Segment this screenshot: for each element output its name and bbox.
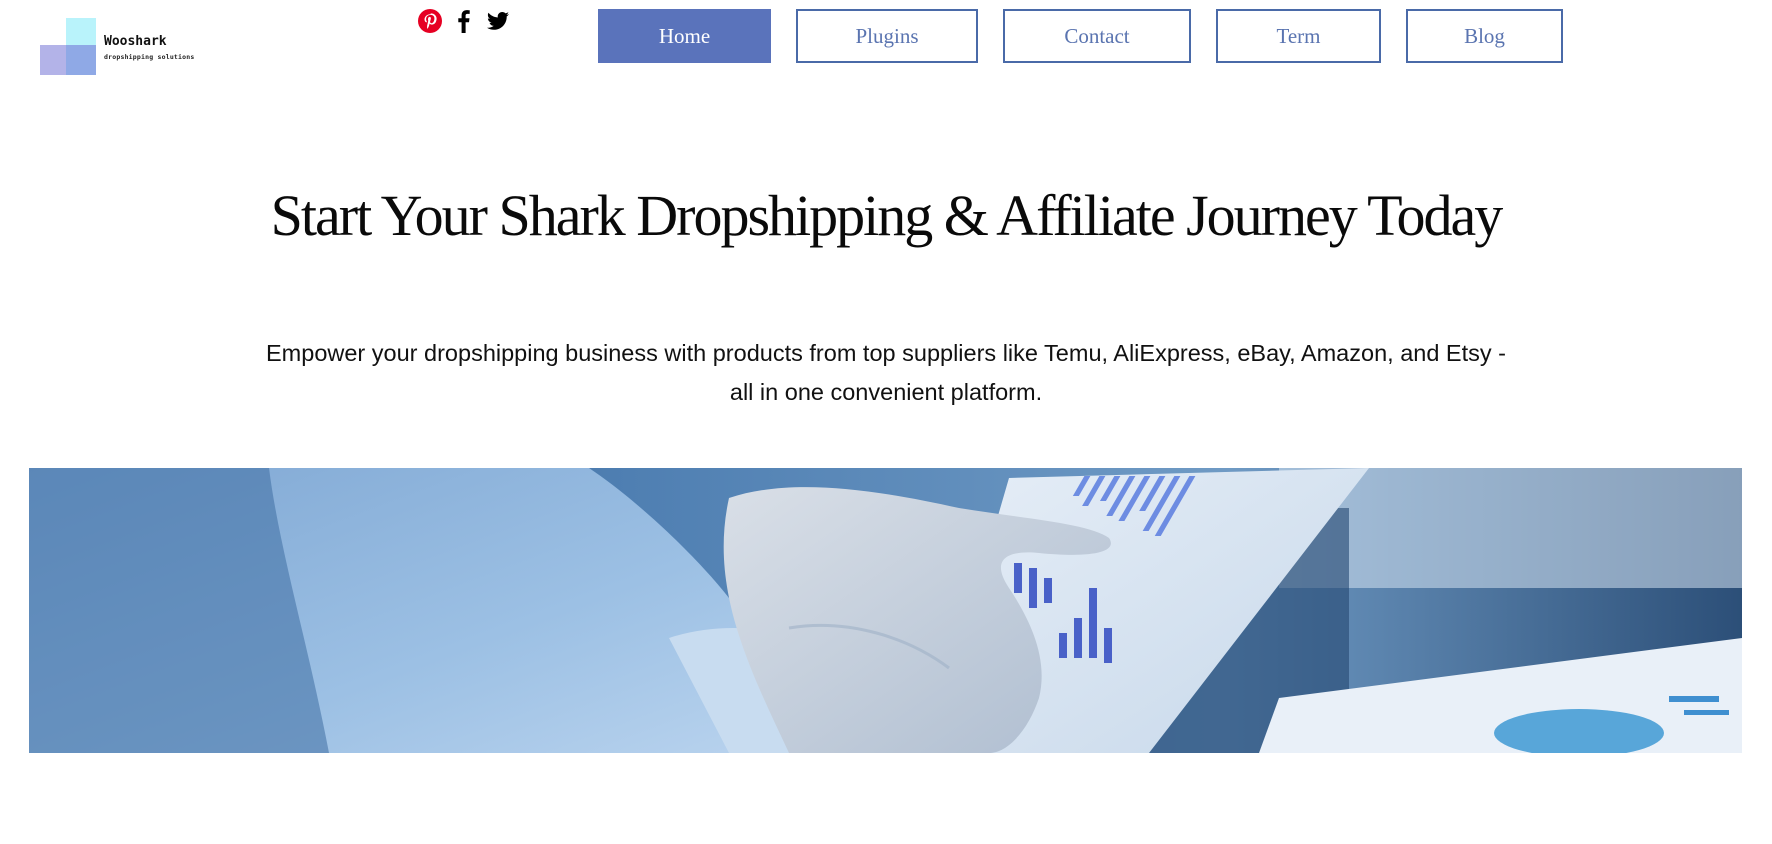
nav-home-button[interactable]: Home xyxy=(598,9,771,63)
hero-headline: Start Your Shark Dropshipping & Affiliat… xyxy=(270,183,1504,248)
hero-image xyxy=(29,468,1742,753)
nav-blog-button[interactable]: Blog xyxy=(1406,9,1563,63)
nav-plugins-button[interactable]: Plugins xyxy=(796,9,978,63)
hero-subheadline: Empower your dropshipping business with … xyxy=(266,340,1506,405)
main-nav: Home Plugins Contact Term Blog xyxy=(0,9,1772,67)
nav-contact-button[interactable]: Contact xyxy=(1003,9,1191,63)
nav-term-button[interactable]: Term xyxy=(1216,9,1381,63)
